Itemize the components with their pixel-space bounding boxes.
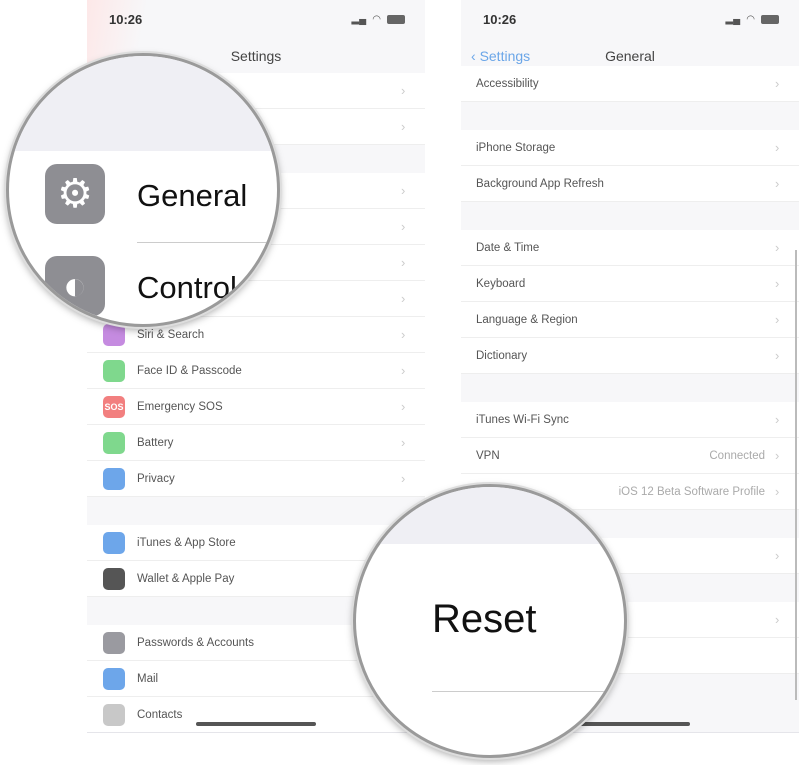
list-item[interactable]: iPhone Storage › (461, 130, 799, 166)
chevron-right-icon: › (775, 484, 780, 499)
row-label: Contacts (137, 708, 183, 721)
list-item[interactable]: Keyboard › (461, 266, 799, 302)
app-store-icon (103, 531, 125, 554)
battery-status-icon (387, 15, 405, 24)
mail-icon (103, 667, 125, 690)
list-item[interactable]: Language & Region › (461, 302, 799, 338)
list-item[interactable]: VPN Connected › (461, 438, 799, 474)
chevron-right-icon: › (401, 435, 406, 450)
chevron-right-icon: › (775, 76, 780, 91)
chevron-right-icon: › (401, 83, 406, 98)
row-label: Siri & Search (137, 328, 205, 341)
chevron-right-icon: › (775, 348, 780, 363)
list-item[interactable]: Date & Time › (461, 230, 799, 266)
key-icon (103, 631, 125, 654)
row-label: Background App Refresh (476, 177, 604, 190)
row-label: Privacy (137, 472, 175, 485)
chevron-right-icon: › (401, 255, 406, 270)
general-item[interactable]: General (137, 178, 247, 214)
chevron-right-icon: › (775, 240, 780, 255)
wifi-icon: ◠ (372, 14, 381, 25)
vpn-status: Connected (709, 449, 765, 462)
siri-icon (103, 323, 125, 346)
row-label: Mail (137, 672, 159, 685)
list-item[interactable]: Battery › (87, 425, 425, 461)
magnifier-general: ⚙ General ◐ Control (6, 53, 280, 327)
magnifier-reset: Reset (353, 484, 627, 758)
chevron-right-icon: › (775, 612, 780, 627)
row-label: Emergency SOS (137, 400, 223, 413)
chevron-right-icon: › (775, 548, 780, 563)
chevron-right-icon: › (401, 399, 406, 414)
list-item[interactable]: iTunes Wi-Fi Sync › (461, 402, 799, 438)
control-center-item[interactable]: Control (137, 270, 237, 306)
page-title: General (605, 48, 655, 64)
status-icons: ▂▄ ◠ (725, 14, 779, 25)
list-item[interactable]: Dictionary › (461, 338, 799, 374)
chevron-right-icon: › (401, 119, 406, 134)
row-label: Face ID & Passcode (137, 364, 242, 377)
signal-icon: ▂▄ (725, 14, 741, 25)
row-label: Keyboard (476, 277, 526, 290)
chevron-right-icon: › (401, 363, 406, 378)
chevron-right-icon: › (401, 183, 406, 198)
chevron-right-icon: › (401, 219, 406, 234)
row-label: VPN (476, 449, 500, 462)
chevron-right-icon: › (401, 291, 406, 306)
scrollbar[interactable] (795, 250, 797, 700)
home-indicator (196, 722, 316, 726)
battery-status-icon (761, 15, 779, 24)
row-label: Dictionary (476, 349, 528, 362)
sos-icon: SOS (103, 395, 125, 418)
face-id-icon (103, 359, 125, 382)
row-label: iTunes Wi-Fi Sync (476, 413, 569, 426)
row-label: Language & Region (476, 313, 578, 326)
chevron-right-icon: › (401, 471, 406, 486)
gear-icon: ⚙ (45, 164, 105, 224)
status-time: 10:26 (483, 12, 517, 27)
signal-icon: ▂▄ (351, 14, 367, 25)
row-label: Date & Time (476, 241, 540, 254)
row-label: iPhone Storage (476, 141, 556, 154)
list-item[interactable]: Background App Refresh › (461, 166, 799, 202)
list-item[interactable]: Accessibility › (461, 66, 799, 102)
status-icons: ▂▄ ◠ (351, 14, 405, 25)
chevron-right-icon: › (775, 176, 780, 191)
row-label: Accessibility (476, 77, 539, 90)
chevron-right-icon: › (775, 276, 780, 291)
home-indicator (570, 722, 690, 726)
battery-icon (103, 431, 125, 454)
wallet-icon (103, 567, 125, 590)
chevron-right-icon: › (775, 312, 780, 327)
control-center-icon: ◐ (45, 256, 105, 316)
list-item[interactable]: Face ID & Passcode › (87, 353, 425, 389)
chevron-right-icon: › (775, 448, 780, 463)
row-label: Battery (137, 436, 174, 449)
status-time: 10:26 (109, 12, 143, 27)
contacts-icon (103, 703, 125, 726)
chevron-right-icon: › (775, 140, 780, 155)
list-item[interactable]: Contacts› (87, 697, 425, 732)
hand-icon (103, 467, 125, 490)
wifi-icon: ◠ (746, 14, 755, 25)
chevron-right-icon: › (775, 412, 780, 427)
list-item[interactable]: SOS Emergency SOS › (87, 389, 425, 425)
profile-value: iOS 12 Beta Software Profile (618, 485, 765, 498)
reset-item[interactable]: Reset (432, 597, 537, 642)
chevron-right-icon: › (401, 327, 406, 342)
